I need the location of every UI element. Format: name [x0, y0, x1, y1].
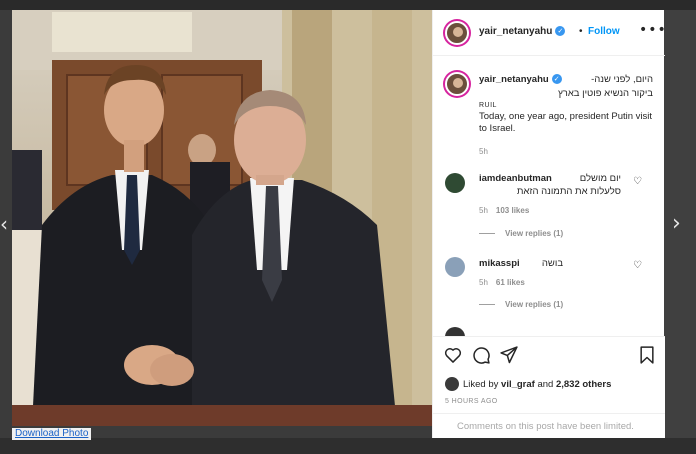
caption-username-text[interactable]: yair_netanyahu: [479, 74, 549, 85]
post-username[interactable]: yair_netanyahu ✓: [479, 26, 566, 37]
comment-meta: 5h 103 likes: [479, 206, 529, 215]
comment-text-line2: סלעלות את התמונה הזאת: [516, 186, 621, 197]
heart-icon[interactable]: [443, 345, 463, 365]
comment-like-icon[interactable]: ♡: [633, 260, 642, 271]
separator-dot: •: [579, 26, 583, 37]
liked-mid: and: [534, 379, 556, 390]
comment-likes[interactable]: 61 likes: [496, 278, 525, 287]
liked-user-link[interactable]: vil_graf: [501, 379, 535, 390]
view-replies-label[interactable]: View replies (1): [505, 229, 563, 238]
caption-hebrew-line2: ביקור הנשיא פוטין בארץ: [557, 88, 653, 99]
comment-username[interactable]: iamdeanbutman: [479, 173, 552, 184]
avatar[interactable]: [445, 21, 469, 45]
view-replies-label[interactable]: View replies (1): [505, 300, 563, 309]
username-text[interactable]: yair_netanyahu: [479, 26, 552, 37]
liked-by-avatar[interactable]: [445, 377, 459, 391]
verified-badge-icon: ✓: [555, 26, 566, 37]
post-sidebar: yair_netanyahu ✓ • Follow ••• yair_netany…: [432, 10, 667, 438]
view-replies-button[interactable]: View replies (1): [479, 300, 563, 309]
comments-limited-notice: Comments on this post have been limited.: [433, 413, 665, 439]
replies-divider: [479, 304, 495, 306]
comment-avatar[interactable]: [445, 257, 465, 277]
page-backdrop-top: [0, 0, 696, 10]
view-replies-button[interactable]: View replies (1): [479, 229, 563, 238]
comment-likes[interactable]: 103 likes: [496, 206, 529, 215]
comment-time[interactable]: 5h: [479, 206, 488, 215]
comment-time[interactable]: 5h: [479, 278, 488, 287]
replies-divider: [479, 233, 495, 235]
follow-button[interactable]: Follow: [588, 26, 620, 37]
comment-text-line1: יום מושלם: [579, 173, 621, 184]
post-header: yair_netanyahu ✓ • Follow •••: [433, 10, 667, 56]
comment-icon[interactable]: [471, 345, 491, 365]
page-backdrop-bottom: [0, 438, 696, 454]
comment-like-icon[interactable]: ♡: [633, 176, 642, 187]
liked-prefix: Liked by: [463, 379, 502, 390]
next-arrow-icon[interactable]: ›: [672, 212, 690, 236]
bookmark-icon[interactable]: [637, 345, 657, 365]
caption-time[interactable]: 5h: [479, 147, 488, 156]
verified-badge-icon: ✓: [551, 74, 562, 85]
comment-avatar[interactable]: [445, 173, 465, 193]
post-photo: [12, 10, 432, 426]
comment-username[interactable]: mikasspi: [479, 258, 520, 269]
share-icon[interactable]: [499, 345, 519, 365]
liked-count-link[interactable]: 2,832 others: [556, 379, 611, 390]
download-photo-link[interactable]: Download Photo: [12, 428, 92, 440]
post-time[interactable]: 5 HOURS AGO: [445, 398, 498, 405]
caption-hebrew-line1: היום, לפני שנה-: [591, 74, 653, 85]
caption-avatar[interactable]: [445, 72, 469, 96]
comment-meta: 5h 61 likes: [479, 278, 525, 287]
prev-arrow-icon[interactable]: ‹: [0, 212, 10, 236]
post-actions: Liked by vil_graf and 2,832 others 5 HOU…: [433, 336, 665, 438]
comment-text-line1: בושה: [541, 258, 563, 269]
caption-tag: RUIL: [479, 102, 497, 109]
caption-english: Today, one year ago, president Putin vis…: [479, 111, 653, 134]
more-horizontal-icon[interactable]: •••: [639, 22, 667, 38]
caption-username[interactable]: yair_netanyahu ✓: [479, 74, 562, 85]
liked-by-text: Liked by vil_graf and 2,832 others: [463, 379, 611, 390]
